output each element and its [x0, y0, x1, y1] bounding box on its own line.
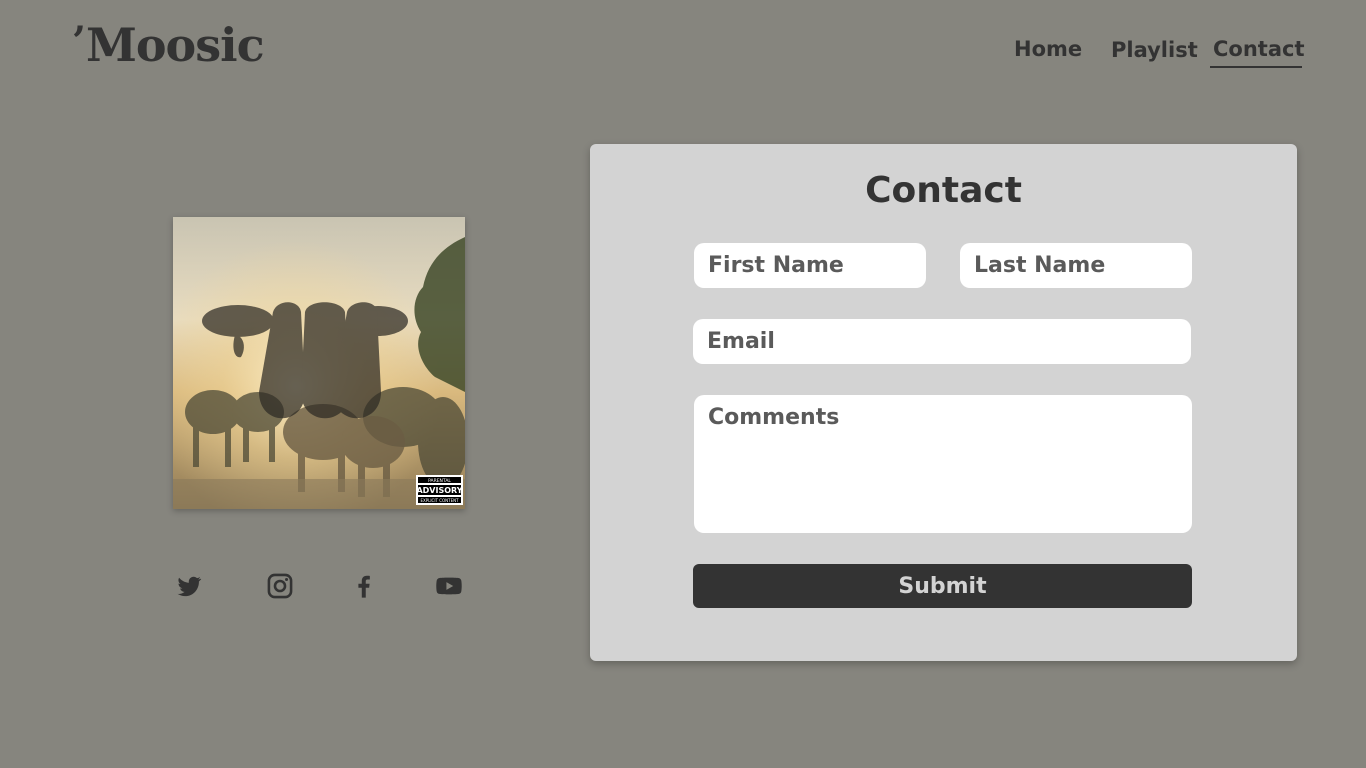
last-name-input[interactable]: [960, 243, 1192, 288]
comments-textarea[interactable]: [694, 395, 1192, 533]
facebook-icon[interactable]: [350, 572, 378, 600]
nav-playlist-link[interactable]: Playlist: [1111, 37, 1198, 63]
badge-line1: PARENTAL: [428, 478, 451, 484]
badge-line2: ADVISORY: [416, 486, 462, 495]
youtube-icon[interactable]: [435, 572, 463, 600]
submit-button[interactable]: Submit: [693, 564, 1192, 608]
logo-text: Moosic: [85, 18, 265, 72]
badge-line3: EXPLICIT CONTENT: [420, 498, 459, 503]
nav-active-underline: [1210, 66, 1302, 68]
twitter-icon[interactable]: [175, 572, 203, 600]
email-input[interactable]: [693, 319, 1191, 364]
brand-logo[interactable]: ’Moosic: [72, 22, 265, 69]
nav-home-link[interactable]: Home: [1014, 36, 1082, 62]
instagram-icon[interactable]: [266, 572, 294, 600]
nav-contact-link[interactable]: Contact: [1213, 36, 1305, 62]
logo-tick: ’: [72, 18, 86, 65]
first-name-input[interactable]: [694, 243, 926, 288]
contact-card: Contact Submit: [590, 144, 1297, 661]
album-cover-image: PARENTAL ADVISORY EXPLICIT CONTENT: [173, 217, 465, 509]
social-links: [0, 572, 560, 600]
contact-title: Contact: [865, 170, 1022, 211]
parental-advisory-badge: PARENTAL ADVISORY EXPLICIT CONTENT: [416, 475, 463, 505]
